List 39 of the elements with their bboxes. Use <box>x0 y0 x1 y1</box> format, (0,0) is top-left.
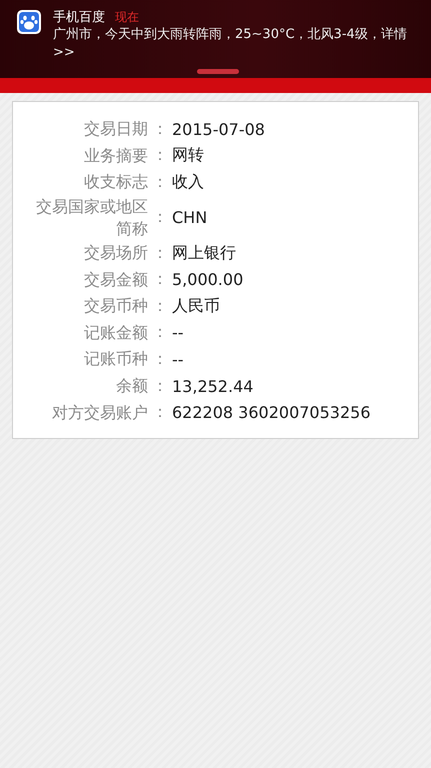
notification-message: 广州市，今天中到大雨转阵雨，25~30°C，北风3-4级，详情>> <box>53 26 408 62</box>
field-value: 网上银行 <box>172 242 236 264</box>
field-value: CHN <box>172 208 208 228</box>
field-value: 13,252.44 <box>172 376 254 396</box>
field-value: 5,000.00 <box>172 270 244 290</box>
field-label: 余额 <box>115 375 148 398</box>
label-colon: ： <box>151 376 169 397</box>
field-value: 网转 <box>172 145 204 166</box>
label-colon: ： <box>151 118 169 140</box>
label-colon: ： <box>151 242 169 264</box>
field-label: 对方交易账户 <box>51 402 148 424</box>
drag-handle[interactable] <box>197 69 239 74</box>
field-label: 交易金额 <box>83 268 148 291</box>
label-colon: ： <box>151 145 169 166</box>
label-colon: ： <box>151 296 169 317</box>
label-colon: ： <box>151 207 169 228</box>
field-label: 交易币种 <box>83 295 148 318</box>
field-value: -- <box>172 323 184 342</box>
label-colon: ： <box>151 322 169 344</box>
field-label: 交易国家或地区简称 <box>35 196 148 240</box>
field-value: 2015-07-08 <box>172 120 265 139</box>
app-name: 手机百度 <box>53 9 105 26</box>
field-value: 收入 <box>172 172 204 193</box>
field-value: 622208 3602007053256 <box>172 403 370 422</box>
label-colon: ： <box>151 172 169 193</box>
paw-icon <box>17 10 41 34</box>
field-value: -- <box>172 350 184 369</box>
field-label: 交易场所 <box>83 242 148 264</box>
field-value: 人民币 <box>172 296 220 317</box>
field-label: 记账币种 <box>83 348 148 370</box>
field-label: 业务摘要 <box>83 144 148 167</box>
notification-banner[interactable]: 手机百度 现在 广州市，今天中到大雨转阵雨，25~30°C，北风3-4级，详情>> <box>0 0 431 78</box>
field-label: 交易日期 <box>83 118 148 140</box>
notification-time: 现在 <box>115 9 139 26</box>
label-colon: ： <box>151 348 169 370</box>
field-label: 收支标志 <box>83 171 148 194</box>
label-colon: ： <box>151 402 169 424</box>
field-label: 记账金额 <box>83 322 148 344</box>
label-colon: ： <box>151 269 169 290</box>
